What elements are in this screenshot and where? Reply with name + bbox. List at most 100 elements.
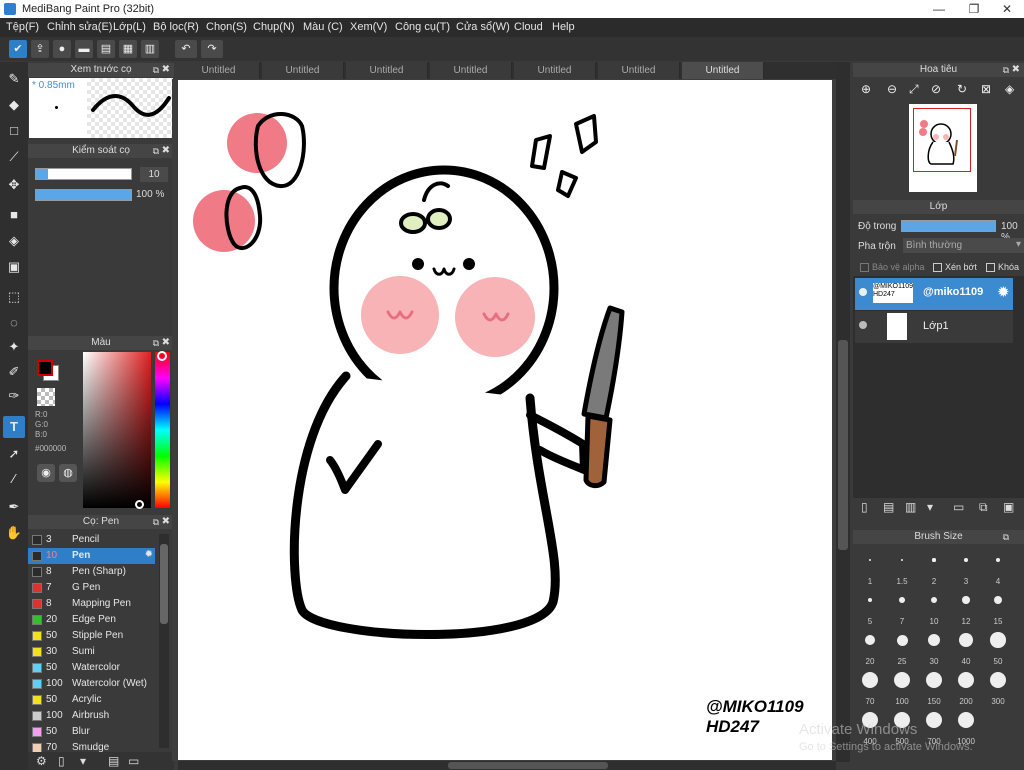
speech-bubble-icon[interactable]: ● bbox=[53, 40, 71, 58]
close-icon[interactable]: ✖ bbox=[162, 336, 170, 350]
brush-item[interactable]: 10 Pen ✹ bbox=[28, 548, 155, 564]
brush-item[interactable]: 20 Edge Pen bbox=[28, 612, 155, 628]
rectangle-tool-icon[interactable]: □ bbox=[3, 120, 25, 142]
brush-doc-icon[interactable]: ▤ bbox=[108, 754, 119, 768]
menu-filter[interactable]: Bộ lọc(R) bbox=[153, 21, 199, 33]
fill-shape-icon[interactable]: ■ bbox=[3, 204, 25, 226]
visibility-icon[interactable] bbox=[859, 288, 867, 296]
brush-size-option[interactable]: 10 bbox=[919, 588, 949, 628]
navigator-thumbnail[interactable] bbox=[909, 104, 977, 192]
undo-icon[interactable]: ↶ bbox=[175, 40, 197, 58]
eyedropper-icon[interactable]: ✒ bbox=[3, 496, 25, 518]
close-icon[interactable]: ✖ bbox=[162, 144, 170, 158]
palette-icon[interactable]: ◉ bbox=[37, 464, 55, 482]
menu-snap[interactable]: Chụp(N) bbox=[253, 21, 295, 33]
brush-item[interactable]: 8 Pen (Sharp) bbox=[28, 564, 155, 580]
select-rect-icon[interactable]: ⬚ bbox=[3, 286, 25, 308]
brush-size-option[interactable]: 200 bbox=[951, 668, 981, 708]
brush-size-option[interactable]: 300 bbox=[983, 668, 1013, 708]
tab-document[interactable]: Untitled bbox=[346, 62, 428, 79]
divide-tool-icon[interactable]: ⁄ bbox=[3, 468, 25, 490]
menu-cloud[interactable]: Cloud bbox=[514, 21, 543, 33]
menu-view[interactable]: Xem(V) bbox=[350, 21, 387, 33]
foreground-color-swatch[interactable] bbox=[37, 360, 53, 376]
popout-icon[interactable]: ⧉ bbox=[1003, 530, 1009, 544]
new-8bit-layer-icon[interactable]: ▥ bbox=[905, 500, 916, 514]
fit-icon[interactable]: ⤢ bbox=[909, 82, 919, 97]
comment-icon[interactable]: ▬ bbox=[75, 40, 93, 58]
new-halftone-layer-icon[interactable]: ▤ bbox=[883, 500, 894, 514]
brush-item[interactable]: 70 Smudge bbox=[28, 740, 155, 752]
brush-size-option[interactable]: 50 bbox=[983, 628, 1013, 668]
menu-help[interactable]: Help bbox=[552, 21, 575, 33]
menu-file[interactable]: Tệp(F) bbox=[6, 21, 39, 33]
popout-icon[interactable]: ⧉ bbox=[1003, 63, 1009, 77]
brush-item[interactable]: 50 Acrylic bbox=[28, 692, 155, 708]
drawing-canvas[interactable]: @MIKO1109 HD247 bbox=[178, 80, 832, 760]
gear-icon[interactable]: ✹ bbox=[145, 549, 153, 560]
brush-size-option[interactable]: 4 bbox=[983, 548, 1013, 588]
lasso-tool-icon[interactable]: ◌ bbox=[3, 312, 25, 334]
opacity-slider[interactable] bbox=[35, 189, 132, 201]
popout-icon[interactable]: ⧉ bbox=[153, 63, 159, 77]
color-picker-cursor[interactable] bbox=[135, 500, 144, 509]
clip-checkbox[interactable]: Xén bớt bbox=[933, 262, 977, 273]
popout-icon[interactable]: ⧉ bbox=[153, 144, 159, 158]
brush-list-scrollbar[interactable] bbox=[159, 534, 169, 748]
horizontal-scrollbar[interactable] bbox=[178, 761, 836, 770]
brush-size-option[interactable]: 20 bbox=[855, 628, 885, 668]
close-icon[interactable]: ✖ bbox=[162, 63, 170, 77]
grid-icon[interactable]: ▥ bbox=[141, 40, 159, 58]
new-layer-icon[interactable]: ▯ bbox=[861, 500, 868, 514]
scrollbar-thumb[interactable] bbox=[448, 762, 608, 769]
gradient-tool-icon[interactable]: ▣ bbox=[3, 256, 25, 278]
hue-slider[interactable] bbox=[155, 351, 170, 508]
panel-icon[interactable]: ▦ bbox=[119, 40, 137, 58]
brush-size-option[interactable]: 7 bbox=[887, 588, 917, 628]
flip-icon[interactable]: ⊠ bbox=[981, 82, 991, 96]
rotate-icon[interactable]: ↻ bbox=[957, 82, 967, 96]
brush-size-option[interactable]: 30 bbox=[919, 628, 949, 668]
brush-item[interactable]: 50 Stipple Pen bbox=[28, 628, 155, 644]
menu-window[interactable]: Cửa sổ(W) bbox=[456, 21, 510, 33]
vertical-scrollbar[interactable] bbox=[836, 62, 850, 762]
close-icon[interactable]: ✖ bbox=[1012, 63, 1020, 77]
move-tool-icon[interactable]: ✥ bbox=[3, 174, 25, 196]
brush-item[interactable]: 100 Airbrush bbox=[28, 708, 155, 724]
maximize-button[interactable]: ❐ bbox=[957, 0, 991, 18]
redo-icon[interactable]: ↷ bbox=[201, 40, 223, 58]
text-tool-icon[interactable]: T bbox=[3, 416, 25, 438]
saturation-value-picker[interactable] bbox=[83, 352, 151, 509]
brush-item[interactable]: 3 Pencil bbox=[28, 532, 155, 548]
zoom-in-icon[interactable]: ⊕ bbox=[861, 82, 871, 96]
page-icon[interactable]: ▤ bbox=[97, 40, 115, 58]
zoom-out-icon[interactable]: ⊖ bbox=[887, 82, 897, 96]
brush-size-option[interactable]: 1 bbox=[855, 548, 885, 588]
brush-item[interactable]: 100 Watercolor (Wet) bbox=[28, 676, 155, 692]
brush-size-slider[interactable] bbox=[35, 168, 132, 180]
brush-size-option[interactable]: 150 bbox=[919, 668, 949, 708]
menu-tools[interactable]: Công cụ(T) bbox=[395, 21, 450, 33]
close-icon[interactable]: ✖ bbox=[162, 515, 170, 529]
transparent-color-swatch[interactable] bbox=[37, 388, 55, 406]
brush-size-option[interactable]: 40 bbox=[951, 628, 981, 668]
hue-cursor[interactable] bbox=[157, 351, 167, 361]
brush-size-option[interactable]: 5 bbox=[855, 588, 885, 628]
brush-item[interactable]: 8 Mapping Pen bbox=[28, 596, 155, 612]
minimize-button[interactable]: — bbox=[922, 0, 956, 18]
brush-item[interactable]: 7 G Pen bbox=[28, 580, 155, 596]
brush-size-option[interactable]: 2 bbox=[919, 548, 949, 588]
new-brush-icon[interactable]: ▯ bbox=[58, 754, 65, 768]
scrollbar-thumb[interactable] bbox=[160, 544, 168, 624]
menu-color[interactable]: Màu (C) bbox=[303, 21, 343, 33]
lock-checkbox[interactable]: Khóa bbox=[986, 262, 1019, 273]
gear-icon[interactable]: ✹ bbox=[997, 283, 1010, 301]
layer-opacity-slider[interactable] bbox=[901, 220, 996, 232]
brush-settings-icon[interactable]: ⚙ bbox=[36, 754, 47, 768]
tab-document[interactable]: Untitled bbox=[178, 62, 260, 79]
menu-select[interactable]: Chọn(S) bbox=[206, 21, 247, 33]
reset-icon[interactable]: ◈ bbox=[1005, 82, 1014, 96]
scrollbar-thumb[interactable] bbox=[838, 340, 848, 550]
tab-document[interactable]: Untitled bbox=[514, 62, 596, 79]
brush-size-option[interactable]: 70 bbox=[855, 668, 885, 708]
